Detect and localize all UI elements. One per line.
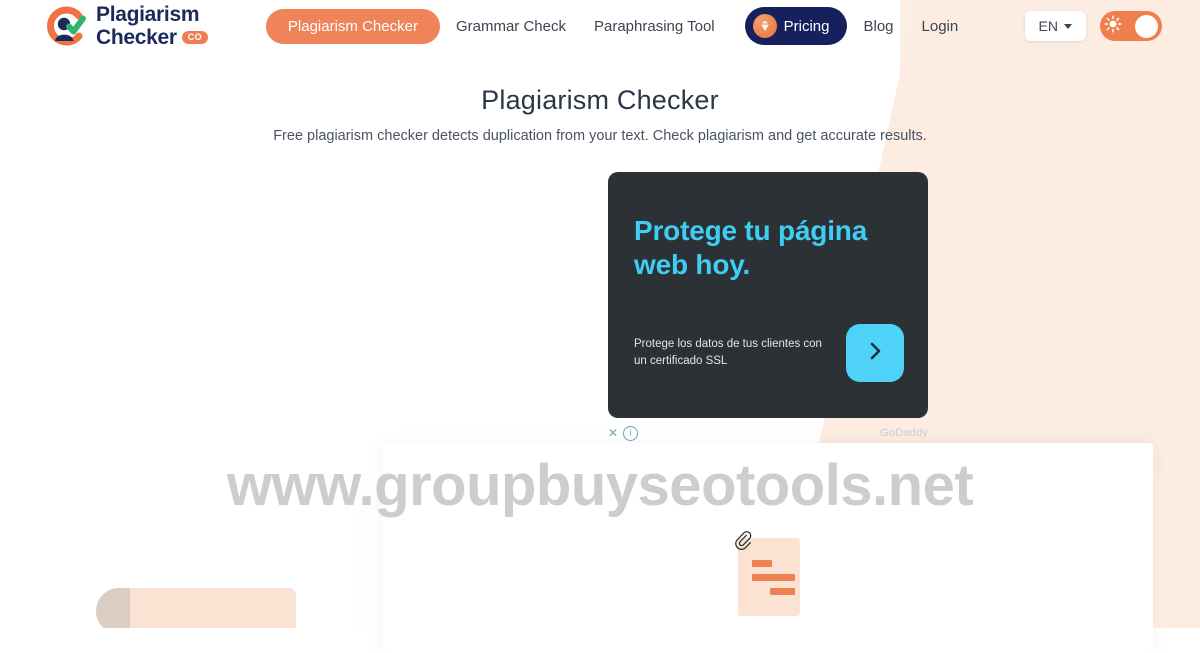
hero-section: Plagiarism Checker Free plagiarism check… <box>0 85 1200 144</box>
logo-line-two: Checker <box>96 26 177 49</box>
gem-icon <box>752 14 777 38</box>
advertisement-banner[interactable]: Protege tu página web hoy. Protege los d… <box>608 172 928 418</box>
nav-item-pricing[interactable]: Pricing <box>744 7 848 45</box>
chevron-right-icon <box>863 339 887 368</box>
paperclip-icon <box>728 526 762 565</box>
document-attachment-icon[interactable] <box>735 531 800 616</box>
nav-item-plagiarism-checker[interactable]: Plagiarism Checker <box>265 8 440 44</box>
theme-toggle[interactable] <box>1100 11 1162 41</box>
page-title: Plagiarism Checker <box>481 85 719 115</box>
ad-headline: Protege tu página web hoy. <box>634 215 868 281</box>
nav-item-paraphrasing-tool[interactable]: Paraphrasing Tool <box>582 10 727 43</box>
logo-line-one: Plagiarism <box>96 3 200 26</box>
plagiarism-checker-logo-icon <box>44 4 88 48</box>
language-selector[interactable]: EN <box>1024 11 1086 41</box>
document-line-3 <box>770 588 795 595</box>
ad-body-text: Protege los datos de tus clientes con un… <box>634 338 822 367</box>
page-subtitle: Free plagiarism checker detects duplicat… <box>273 128 927 144</box>
document-line-2 <box>752 574 795 581</box>
ad-cta-button[interactable] <box>846 324 904 382</box>
theme-toggle-knob <box>1135 14 1158 38</box>
nav-item-login[interactable]: Login <box>910 10 971 43</box>
nav-item-blog[interactable]: Blog <box>851 10 905 43</box>
site-logo[interactable]: Plagiarism Checker CO <box>44 4 208 48</box>
language-selector-value: EN <box>1038 18 1058 34</box>
nav-pricing-label: Pricing <box>783 17 830 35</box>
close-icon[interactable]: ✕ <box>608 427 618 439</box>
primary-navigation: Plagiarism Checker Grammar Check Paraphr… <box>265 7 971 45</box>
nav-item-grammar-check[interactable]: Grammar Check <box>444 10 578 43</box>
sun-icon <box>1104 14 1122 38</box>
logo-tld-badge: CO <box>181 31 208 44</box>
header-controls: EN <box>1024 11 1162 41</box>
site-header: Plagiarism Checker CO Plagiarism Checker… <box>0 0 1200 52</box>
info-icon[interactable]: i <box>623 425 639 441</box>
ad-brand-label: GoDaddy <box>880 427 928 439</box>
ad-footer: ✕ i GoDaddy <box>608 424 928 442</box>
chevron-down-icon <box>1064 23 1072 29</box>
site-logo-wordmark: Plagiarism Checker CO <box>96 4 208 48</box>
